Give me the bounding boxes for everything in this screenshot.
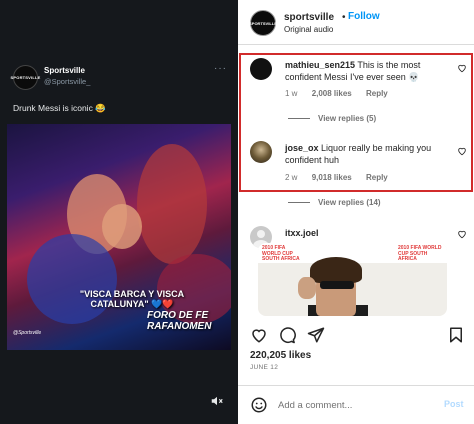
video-figure (102, 204, 142, 249)
view-replies-button[interactable]: View replies (14) (288, 198, 381, 207)
comment-time: 1 w (285, 89, 298, 98)
bookmark-icon[interactable] (447, 326, 465, 344)
comment-username[interactable]: mathieu_sen215 (285, 60, 355, 70)
speaker-mute-icon[interactable] (210, 394, 224, 408)
comment-avatar[interactable] (250, 58, 272, 80)
post-date: JUNE 12 (250, 364, 279, 371)
comment: jose_ox Liquor really be making you conf… (285, 142, 455, 166)
tweet-avatar-logo: SPORTSVILLE (10, 75, 41, 80)
header-divider (238, 44, 474, 45)
comment-time: 2 w (285, 173, 298, 182)
heart-icon[interactable] (457, 229, 467, 239)
meme-hair (310, 257, 362, 283)
more-options-icon[interactable]: ··· (214, 63, 227, 74)
view-replies-button[interactable]: View replies (5) (288, 114, 376, 123)
video-caption: "VISCA BARCA Y VISCA CATALUNYA" 💙❤️ (79, 289, 185, 309)
post-likes-count[interactable]: 220,205 likes (250, 350, 311, 361)
footer-divider (238, 385, 474, 386)
share-paper-plane-icon[interactable] (307, 326, 325, 344)
video-overlay-text: FORO DE FE RAFANOMEN (147, 310, 212, 332)
tweet-text: Drunk Messi is iconic 😂 (13, 103, 106, 113)
post-author-username[interactable]: sportsville (284, 12, 334, 23)
comment-meta: 1 w 2,008 likes Reply (285, 89, 400, 98)
comment-input[interactable] (278, 397, 428, 413)
tweet-video[interactable]: "VISCA BARCA Y VISCA CATALUNYA" 💙❤️ FORO… (7, 124, 231, 350)
emoji-icon[interactable] (250, 396, 268, 414)
tweet-panel: SPORTSVILLE Sportsville @Sportsville_ ··… (0, 0, 238, 424)
reply-button[interactable]: Reply (366, 173, 388, 182)
video-figure (27, 234, 117, 324)
meme-hand (298, 277, 316, 299)
comment: itxx.joel (285, 227, 455, 239)
comment-likes[interactable]: 2,008 likes (312, 89, 352, 98)
post-avatar-logo: SPORTSVILLE (249, 20, 277, 26)
tweet-author-handle[interactable]: @Sportsville_ (44, 77, 90, 86)
like-heart-icon[interactable] (250, 326, 268, 344)
follow-button[interactable]: Follow (348, 11, 380, 22)
comment-username[interactable]: itxx.joel (285, 228, 319, 238)
audio-link[interactable]: Original audio (284, 25, 333, 34)
meme-fifa-logo: 2010 FIFA WORLD CUP SOUTH AFRICA (262, 245, 300, 262)
tweet-avatar[interactable]: SPORTSVILLE (10, 65, 41, 90)
instagram-panel: SPORTSVILLE sportsville • Follow Origina… (238, 0, 474, 424)
comment-meme-image[interactable]: 2010 FIFA WORLD CUP SOUTH AFRICA 2010 FI… (258, 243, 447, 316)
video-figure (137, 144, 207, 264)
separator-dot: • (342, 12, 346, 23)
post-author-avatar[interactable]: SPORTSVILLE (249, 10, 277, 36)
reply-button[interactable]: Reply (366, 89, 388, 98)
video-watermark: @Sportsville (13, 330, 42, 336)
comment: mathieu_sen215 This is the most confiden… (285, 59, 455, 83)
comment-meta: 2 w 9,018 likes Reply (285, 173, 400, 182)
heart-icon[interactable] (457, 63, 467, 73)
meme-sunglasses (320, 281, 354, 289)
comment-avatar[interactable] (250, 141, 272, 163)
comment-likes[interactable]: 9,018 likes (312, 173, 352, 182)
comment-username[interactable]: jose_ox (285, 143, 319, 153)
post-comment-button[interactable]: Post (444, 399, 464, 409)
heart-icon[interactable] (457, 146, 467, 156)
comment-icon[interactable] (278, 326, 296, 344)
tweet-author-name[interactable]: Sportsville (44, 66, 85, 75)
meme-fifa-logo: 2010 FIFA WORLD CUP SOUTH AFRICA (398, 245, 442, 262)
